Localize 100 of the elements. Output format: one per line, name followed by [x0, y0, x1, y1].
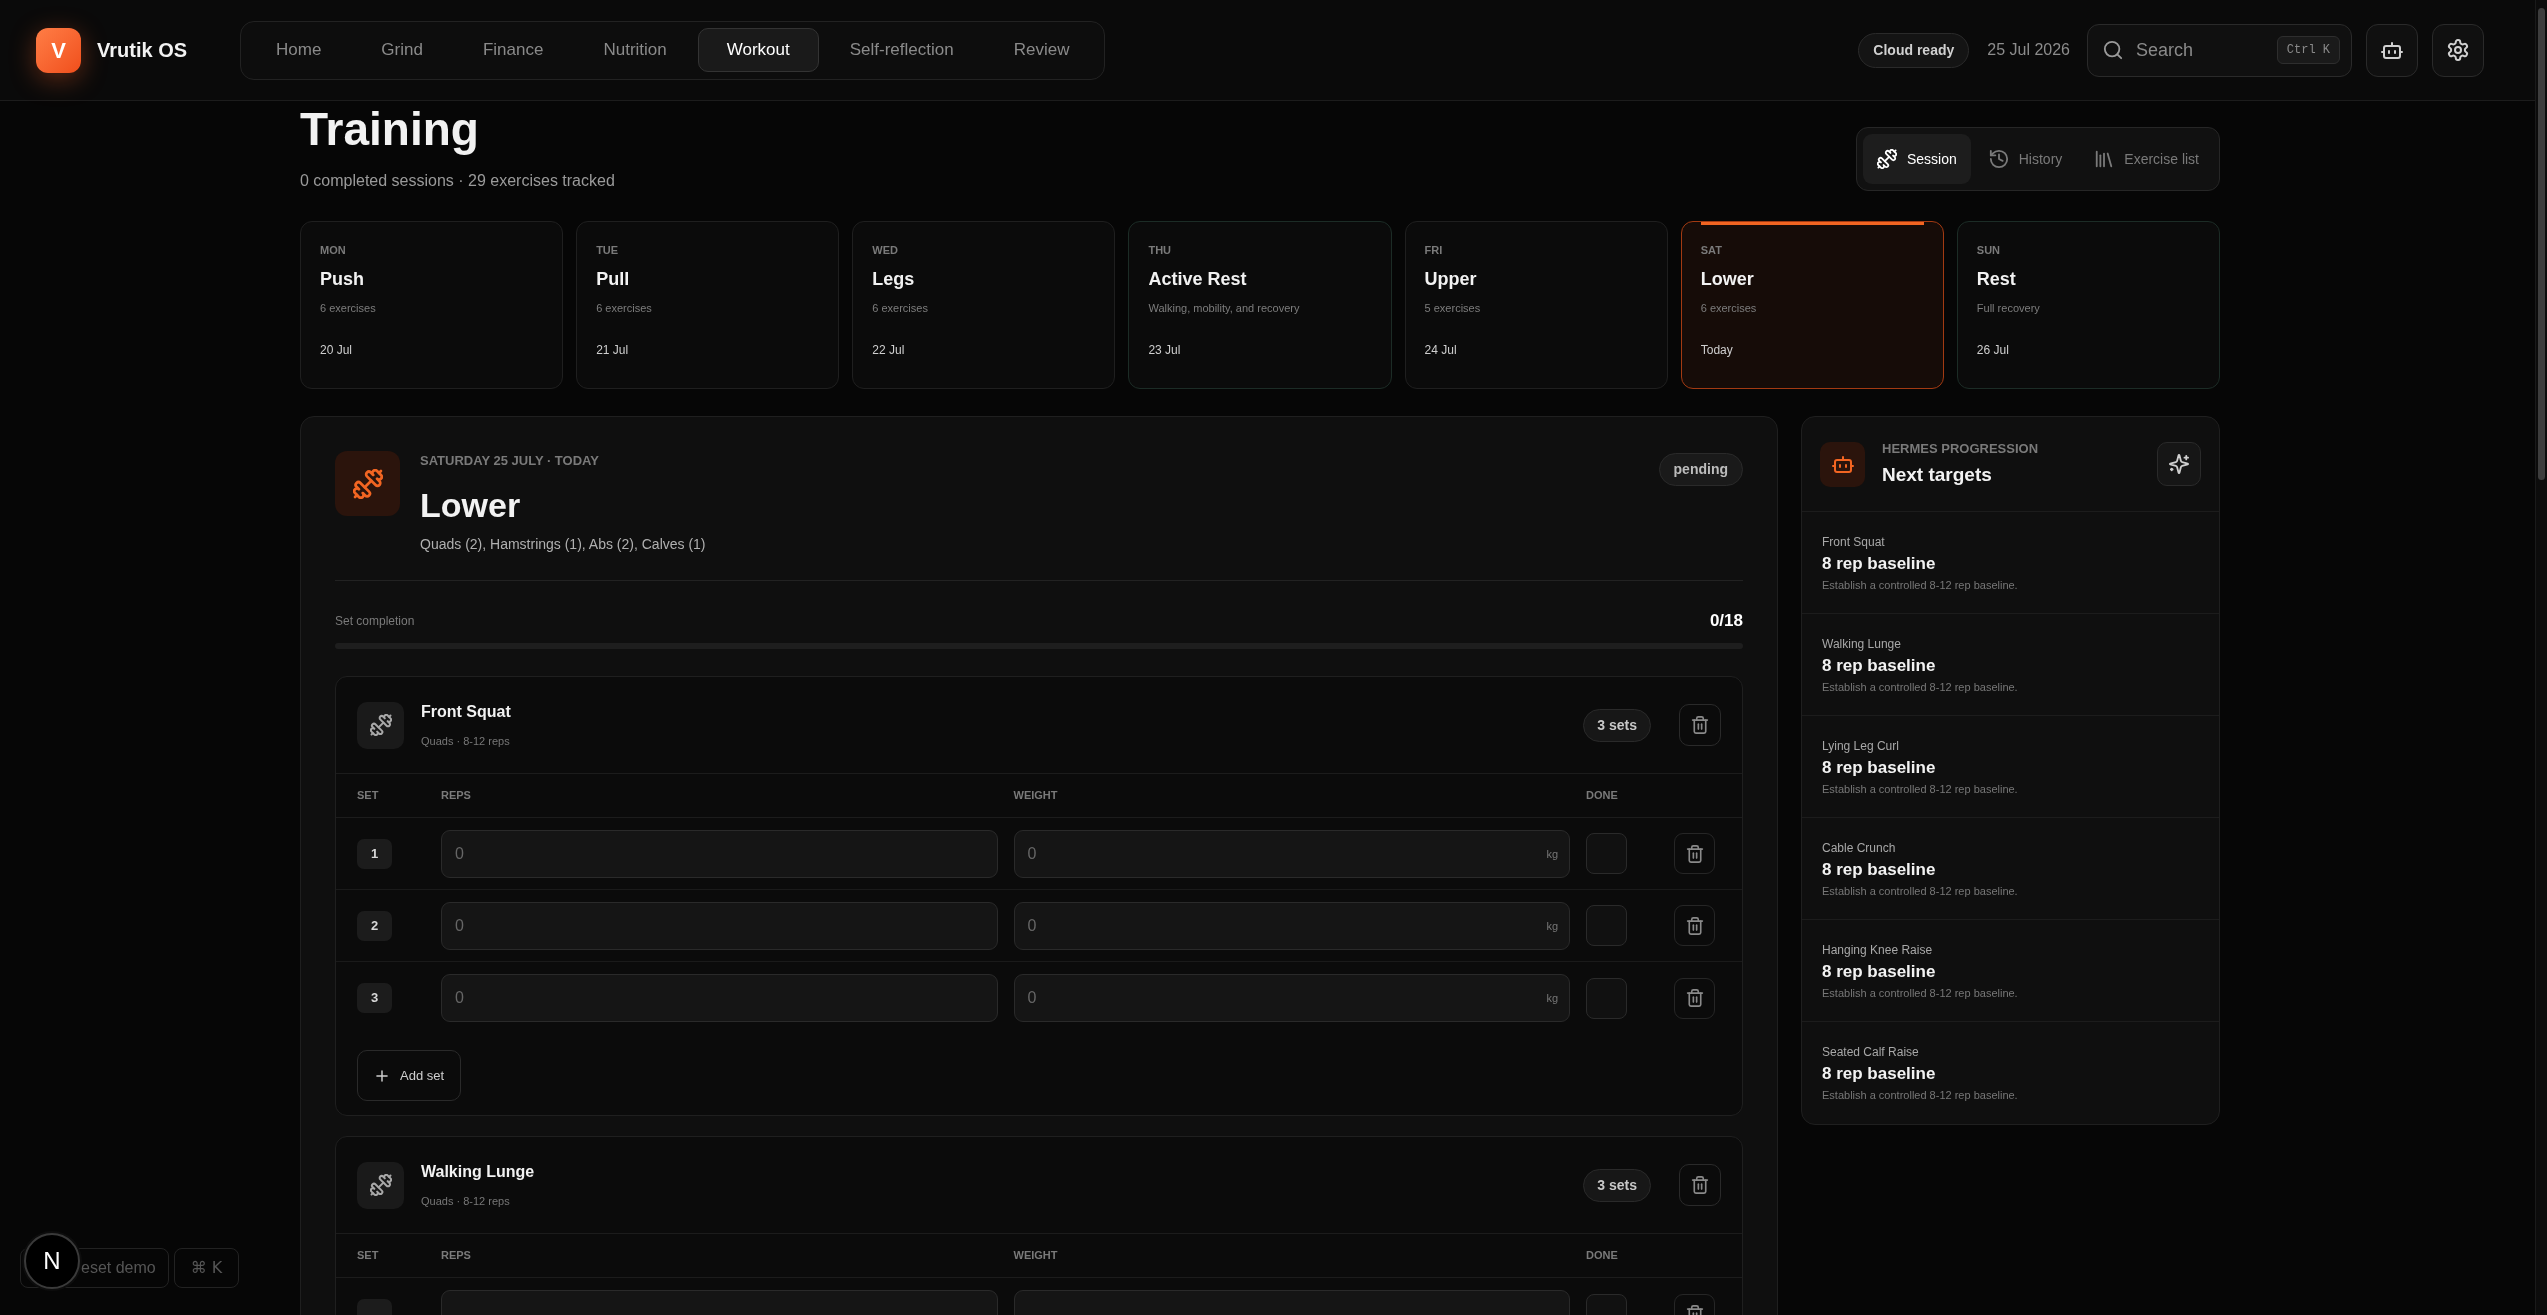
nav-tab[interactable]: Workout: [697, 28, 819, 72]
day-date: 26 Jul: [1976, 342, 2010, 358]
nav-tab[interactable]: Finance: [453, 28, 573, 72]
day-detail: Full recovery: [1976, 301, 2041, 315]
trash-icon: [1685, 916, 1704, 935]
status-badge: pending: [1658, 453, 1743, 486]
day-title: Lower: [1700, 268, 1755, 290]
assistant-button[interactable]: [2366, 23, 2418, 77]
day-label: THU: [1148, 243, 1173, 257]
target-exercise: Front Squat: [1822, 533, 1886, 550]
nav-tab[interactable]: Self-reflection: [820, 28, 983, 72]
column-header: DONE: [1586, 1248, 1619, 1264]
day-detail: 6 exercises: [320, 301, 377, 315]
day-card[interactable]: MON Push 6 exercises 20 Jul: [300, 221, 564, 389]
delete-button[interactable]: [1674, 905, 1715, 946]
dev-tools-button[interactable]: N: [24, 1233, 80, 1289]
day-card[interactable]: FRI Upper 5 exercises 24 Jul: [1404, 221, 1668, 389]
trash-icon: [1691, 1176, 1709, 1194]
library-icon: [2094, 149, 2115, 169]
delete-button[interactable]: [1674, 977, 1715, 1019]
settings-button[interactable]: [2432, 23, 2484, 77]
generate-button[interactable]: [2157, 442, 2201, 486]
panel-eyebrow: HERMES PROGRESSION: [1882, 441, 2039, 457]
target-note: Establish a controlled 8-12 rep baseline.: [1822, 679, 2019, 694]
day-date: 21 Jul: [596, 342, 630, 358]
target-exercise: Hanging Knee Raise: [1822, 941, 1934, 958]
dumbbell-icon: [357, 1161, 404, 1209]
day-title: Rest: [1976, 268, 2017, 290]
sparkles-icon: [2169, 454, 2189, 474]
delete-button[interactable]: [1679, 704, 1721, 746]
day-detail: 6 exercises: [596, 301, 653, 315]
delete-button[interactable]: [1679, 1164, 1721, 1206]
day-card[interactable]: THU Active Rest Walking, mobility, and recovery 23 Jul: [1128, 221, 1392, 389]
view-tab[interactable]: History: [1974, 134, 2077, 184]
trash-icon: [1691, 716, 1709, 734]
panel-title: Next targets: [1882, 463, 1993, 487]
target-exercise: Lying Leg Curl: [1822, 737, 1900, 754]
history-icon: [1988, 149, 2009, 169]
day-label: FRI: [1424, 243, 1444, 257]
nav-tab[interactable]: Grind: [352, 28, 452, 72]
reps-input[interactable]: 0: [441, 901, 998, 950]
nav-tab[interactable]: Home: [247, 28, 351, 72]
day-detail: 5 exercises: [1424, 301, 1482, 315]
day-card[interactable]: TUE Pull 6 exercises 21 Jul: [576, 221, 840, 389]
target-note: Establish a controlled 8-12 rep baseline.: [1822, 781, 2019, 796]
scrollbar-thumb[interactable]: [2538, 8, 2545, 480]
day-title: Active Rest: [1148, 268, 1248, 290]
exercise-name: Walking Lunge: [421, 1162, 535, 1182]
day-title: Legs: [872, 268, 916, 290]
column-header: SET: [357, 1248, 380, 1264]
day-date: Today: [1700, 342, 1734, 358]
dumbbell-icon: [357, 701, 404, 749]
dumbbell-icon: [335, 451, 400, 516]
day-date: 23 Jul: [1148, 342, 1182, 358]
done-checkbox[interactable]: [1586, 977, 1627, 1019]
nav-tab[interactable]: Nutrition: [574, 28, 696, 72]
exercise-detail: Quads · 8-12 reps: [421, 1194, 511, 1208]
column-header: REPS: [441, 788, 472, 804]
day-label: TUE: [596, 243, 620, 257]
app-logo: V: [36, 27, 81, 73]
plus-icon: [374, 1067, 390, 1084]
day-card[interactable]: SAT Lower 6 exercises Today: [1680, 221, 1944, 389]
day-date: 22 Jul: [872, 342, 906, 358]
exercise-name: Front Squat: [421, 702, 511, 722]
trash-icon: [1685, 989, 1704, 1007]
target-title: 8 rep baseline: [1822, 1063, 1937, 1085]
done-checkbox[interactable]: [1586, 833, 1627, 874]
session-muscles: Quads (2), Hamstrings (1), Abs (2), Calves (1): [420, 535, 706, 553]
day-label: WED: [872, 243, 899, 257]
target-note: Establish a controlled 8-12 rep baseline.: [1822, 883, 2019, 898]
day-card[interactable]: SUN Rest Full recovery 26 Jul: [1956, 221, 2220, 389]
day-label: MON: [320, 243, 347, 257]
day-card[interactable]: WED Legs 6 exercises 22 Jul: [852, 221, 1116, 389]
column-header: WEIGHT: [1013, 788, 1059, 804]
set-number: 2: [357, 910, 392, 941]
target-title: 8 rep baseline: [1822, 960, 1937, 983]
delete-button[interactable]: [1674, 833, 1715, 874]
done-checkbox[interactable]: [1586, 905, 1627, 946]
day-date: 24 Jul: [1424, 342, 1458, 358]
trash-icon: [1685, 844, 1704, 863]
search-icon: [2103, 39, 2123, 60]
day-detail: 6 exercises: [1700, 301, 1758, 315]
view-tab[interactable]: Session: [1862, 134, 1971, 184]
session-title: Lower: [420, 485, 522, 525]
target-title: 8 rep baseline: [1822, 552, 1937, 575]
status-badge: Cloud ready: [1858, 32, 1970, 68]
reps-input[interactable]: 0: [441, 974, 998, 1022]
day-detail: 6 exercises: [872, 301, 929, 315]
progress-label: Set completion: [335, 613, 415, 630]
add-set-button[interactable]: Add set: [357, 1050, 462, 1101]
target-title: 8 rep baseline: [1822, 654, 1937, 677]
view-tab[interactable]: Exercise list: [2080, 134, 2213, 184]
day-detail: Walking, mobility, and recovery: [1148, 301, 1301, 315]
day-title: Push: [320, 268, 365, 290]
target-note: Establish a controlled 8-12 rep baseline.: [1822, 1088, 2019, 1102]
settings-icon: [2447, 39, 2469, 61]
nav-tab[interactable]: Review: [984, 28, 1099, 72]
day-title: Upper: [1424, 268, 1478, 290]
target-note: Establish a controlled 8-12 rep baseline.: [1822, 985, 2019, 1000]
reps-input[interactable]: 0: [441, 829, 998, 878]
